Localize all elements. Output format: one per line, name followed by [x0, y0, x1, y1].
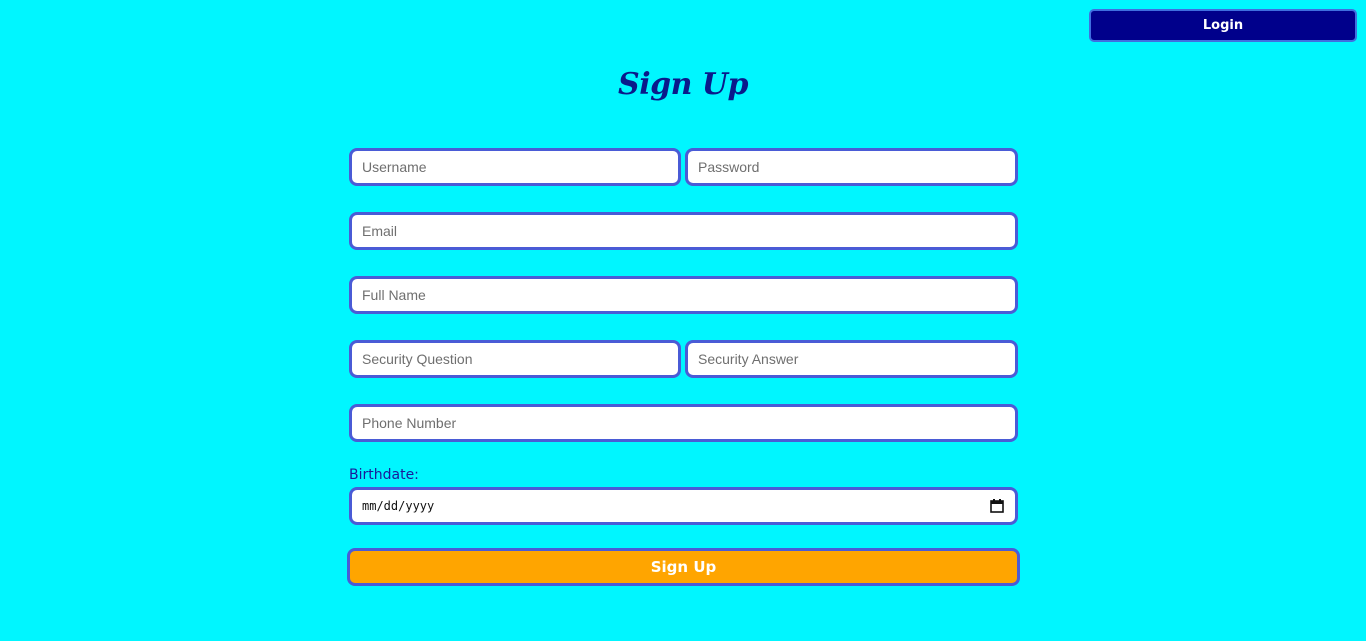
- birthdate-input[interactable]: mm/dd/yyyy: [349, 487, 1018, 525]
- email-input[interactable]: [349, 212, 1018, 250]
- security-answer-input[interactable]: [685, 340, 1018, 378]
- page-title: Sign Up: [618, 67, 748, 102]
- birthdate-label: Birthdate:: [349, 467, 419, 483]
- calendar-icon[interactable]: [989, 498, 1005, 514]
- password-input[interactable]: [685, 148, 1018, 186]
- full-name-input[interactable]: [349, 276, 1018, 314]
- username-input[interactable]: [349, 148, 681, 186]
- phone-number-input[interactable]: [349, 404, 1018, 442]
- security-question-input[interactable]: [349, 340, 681, 378]
- sign-up-button[interactable]: Sign Up: [347, 548, 1020, 586]
- birthdate-format-text: mm/dd/yyyy: [362, 499, 435, 513]
- login-button[interactable]: Login: [1089, 9, 1357, 42]
